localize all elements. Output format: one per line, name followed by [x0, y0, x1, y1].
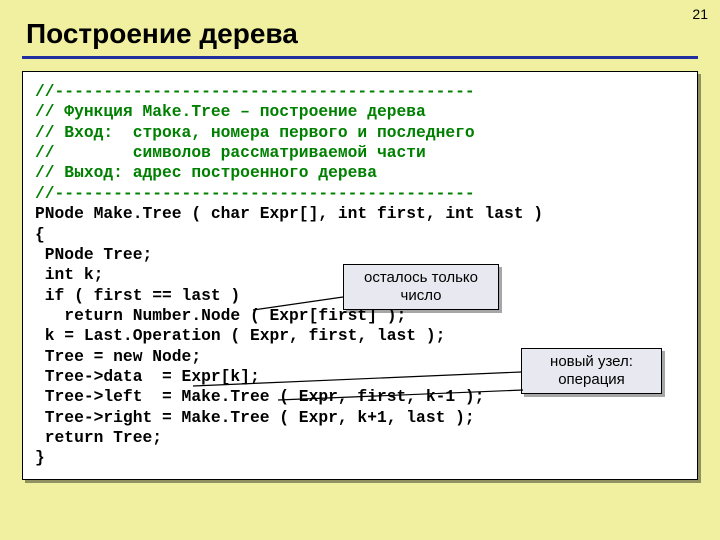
comment-line: //--------------------------------------… [35, 184, 475, 203]
comment-line: // Функция Make.Tree – построение дерева [35, 102, 426, 121]
code-line: Tree = new Node; [35, 347, 201, 366]
title-underline [22, 56, 698, 59]
code-line: PNode Tree; [35, 245, 152, 264]
callout-number-only: осталось только число [343, 264, 499, 310]
slide-title: Построение дерева [0, 0, 720, 56]
callout-new-node: новый узел: операция [521, 348, 662, 394]
code-box: //--------------------------------------… [22, 71, 698, 480]
code-line: { [35, 225, 45, 244]
comment-line: // Вход: строка, номера первого и послед… [35, 123, 475, 142]
comment-line: //--------------------------------------… [35, 82, 475, 101]
code-line: if ( first == last ) [35, 286, 240, 305]
code-line: Tree->data = Expr[k]; [35, 367, 260, 386]
code-line: } [35, 448, 45, 467]
code-line: return Tree; [35, 428, 162, 447]
code-line: Tree->left = Make.Tree ( Expr, first, k-… [35, 387, 484, 406]
code-line: int k; [35, 265, 103, 284]
code-line: Tree->right = Make.Tree ( Expr, k+1, las… [35, 408, 475, 427]
comment-line: // Выход: адрес построенного дерева [35, 163, 377, 182]
code-line: PNode Make.Tree ( char Expr[], int first… [35, 204, 543, 223]
comment-line: // символов рассматриваемой части [35, 143, 426, 162]
code-line: k = Last.Operation ( Expr, first, last )… [35, 326, 445, 345]
slide-number: 21 [692, 6, 708, 22]
